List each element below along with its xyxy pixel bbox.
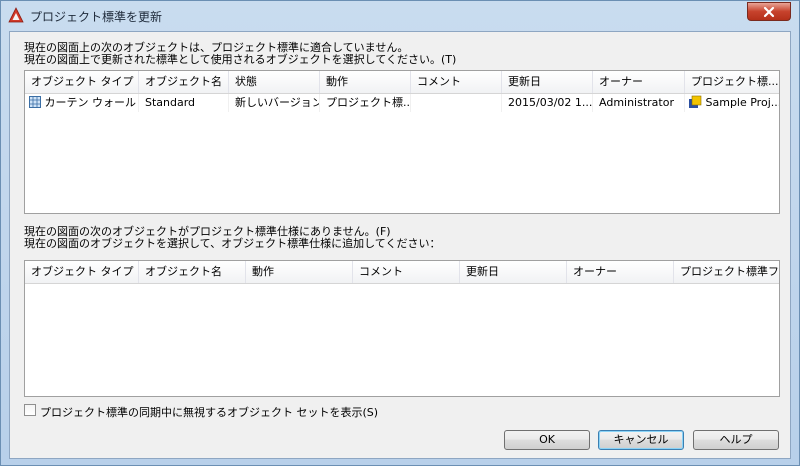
list-header: オブジェクト タイプ オブジェクト名 動作 コメント 更新日 オーナー プロジェ… (25, 261, 779, 284)
window-title: プロジェクト標準を更新 (30, 10, 163, 24)
section2-instruction-line2: 現在の図面のオブジェクトを選択して、オブジェクト標準仕様に追加してください： (24, 237, 441, 250)
title-bar[interactable]: プロジェクト標準を更新 (1, 1, 799, 31)
help-button[interactable]: ヘルプ (693, 430, 779, 450)
dialog-client: 現在の図面上の次のオブジェクトは、プロジェクト標準に適合していません。 現在の図… (9, 31, 791, 459)
cell-object-type: カーテン ウォール ... (26, 94, 139, 112)
section1-instruction-line2: 現在の図面上で更新された標準として使用されるオブジェクトを選択してください。(T… (24, 53, 457, 66)
show-ignored-objects-label[interactable]: プロジェクト標準の同期中に無視するオブジェクト セットを表示(S) (40, 404, 378, 420)
cell-comment (411, 94, 502, 112)
app-logo-icon (8, 7, 24, 23)
cell-action: プロジェクト標... (320, 94, 411, 112)
column-header-state[interactable]: 状態 (229, 71, 320, 93)
column-header-project-standard-file[interactable]: プロジェクト標準フ... (674, 261, 779, 283)
column-header-updated[interactable]: 更新日 (460, 261, 567, 283)
cancel-button[interactable]: キャンセル (598, 430, 684, 450)
column-header-comment[interactable]: コメント (353, 261, 460, 283)
column-header-object-type[interactable]: オブジェクト タイプ (25, 261, 139, 283)
column-header-comment[interactable]: コメント (411, 71, 502, 93)
project-standard-icon (689, 95, 702, 108)
column-header-action[interactable]: 動作 (246, 261, 353, 283)
ok-button[interactable]: OK (504, 430, 590, 450)
missing-objects-list[interactable]: オブジェクト タイプ オブジェクト名 動作 コメント 更新日 オーナー プロジェ… (24, 260, 780, 397)
close-button[interactable] (747, 2, 791, 21)
column-header-project-standard[interactable]: プロジェクト標... (685, 71, 779, 93)
column-header-owner[interactable]: オーナー (567, 261, 674, 283)
curtain-wall-icon (29, 96, 41, 108)
close-icon (763, 6, 775, 18)
column-header-object-name[interactable]: オブジェクト名 (139, 71, 229, 93)
nonconforming-objects-list[interactable]: オブジェクト タイプ オブジェクト名 状態 動作 コメント 更新日 オーナー プ… (24, 70, 780, 214)
list-header: オブジェクト タイプ オブジェクト名 状態 動作 コメント 更新日 オーナー プ… (25, 71, 779, 94)
cell-object-name: Standard (139, 94, 229, 112)
column-header-updated[interactable]: 更新日 (502, 71, 593, 93)
cell-state: 新しいバージョン (229, 94, 320, 112)
column-header-action[interactable]: 動作 (320, 71, 411, 93)
cell-project-standard: Sample Proj... (685, 94, 779, 112)
column-header-object-name[interactable]: オブジェクト名 (139, 261, 246, 283)
cell-owner: Administrator (593, 94, 685, 112)
column-header-owner[interactable]: オーナー (593, 71, 685, 93)
dialog-window: プロジェクト標準を更新 現在の図面上の次のオブジェクトは、プロジェクト標準に適合… (0, 0, 800, 466)
table-row[interactable]: カーテン ウォール ... Standard 新しいバージョン プロジェクト標.… (26, 94, 779, 112)
cell-updated: 2015/03/02 1... (502, 94, 593, 112)
show-ignored-objects-checkbox[interactable] (24, 404, 36, 416)
column-header-object-type[interactable]: オブジェクト タイプ (25, 71, 139, 93)
